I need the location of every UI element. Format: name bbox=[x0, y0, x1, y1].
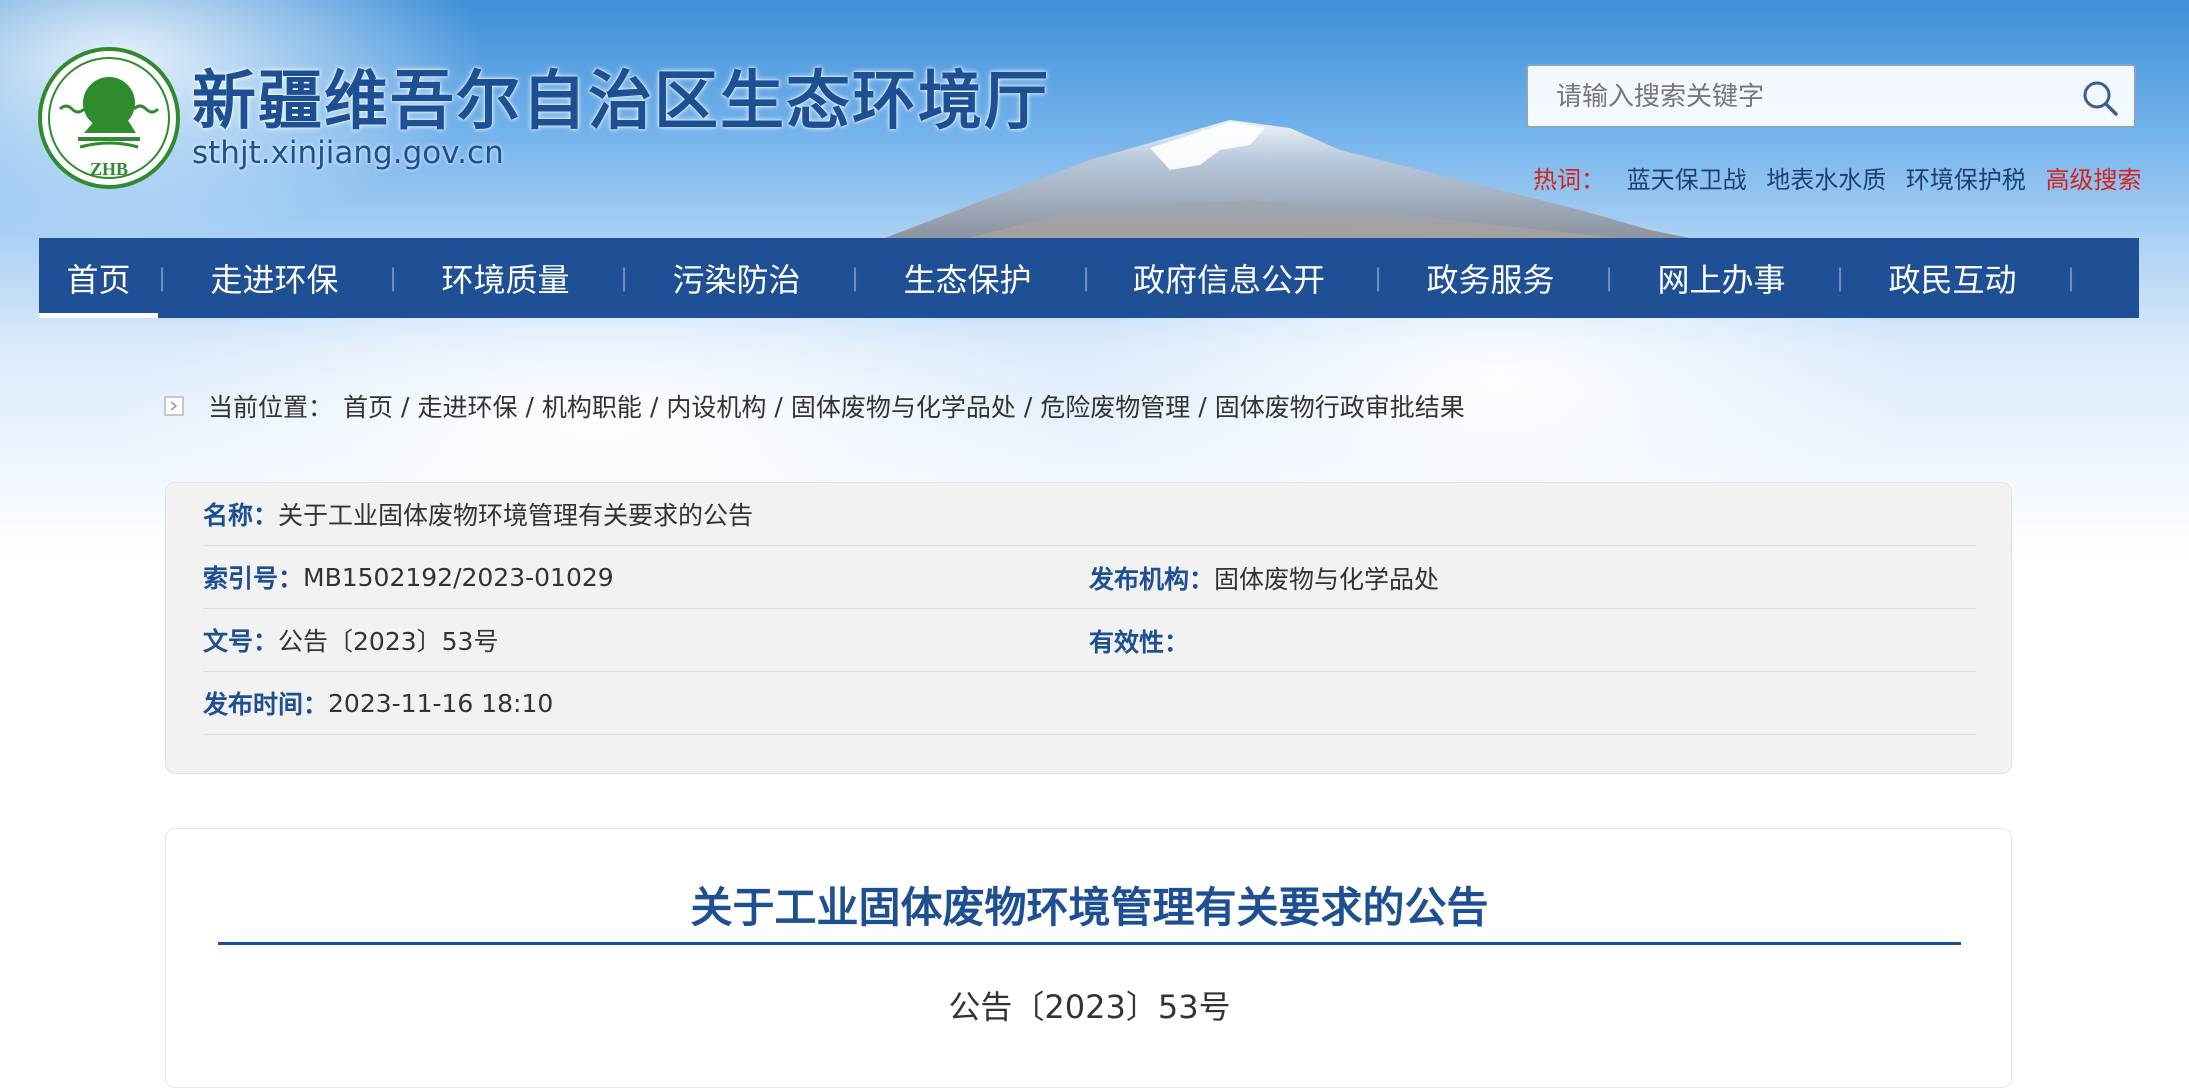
location-icon bbox=[164, 396, 184, 416]
nav-item-about[interactable]: 走进环保 bbox=[160, 238, 389, 318]
advanced-search-link[interactable]: 高级搜索 bbox=[2046, 166, 2142, 194]
breadcrumb-separator: / bbox=[649, 391, 659, 421]
meta-name: 名称： 关于工业固体废物环境管理有关要求的公告 bbox=[203, 496, 753, 532]
nav-item-ecology[interactable]: 生态保护 bbox=[853, 238, 1082, 318]
zhb-logo[interactable]: ZHB bbox=[38, 47, 180, 189]
meta-name-value: 关于工业固体废物环境管理有关要求的公告 bbox=[278, 501, 754, 530]
meta-row-docno: 文号： 公告〔2023〕53号 有效性： bbox=[203, 609, 1976, 672]
site-title[interactable]: 新疆维吾尔自治区生态环境厅 bbox=[192, 50, 1050, 142]
breadcrumb-link[interactable]: 危险废物管理 bbox=[1040, 388, 1190, 424]
nav-item-online-services[interactable]: 网上办事 bbox=[1607, 238, 1836, 318]
hotwords-label: 热词： bbox=[1533, 166, 1605, 194]
nav-item-pollution-control[interactable]: 污染防治 bbox=[622, 238, 851, 318]
meta-org: 发布机构： 固体废物与化学品处 bbox=[1089, 546, 1439, 609]
meta-org-key: 发布机构： bbox=[1089, 564, 1215, 594]
meta-index: 索引号： MB1502192/2023-01029 bbox=[203, 559, 614, 595]
search-icon[interactable] bbox=[2080, 78, 2120, 118]
title-divider bbox=[218, 942, 1961, 945]
meta-index-key: 索引号： bbox=[203, 564, 304, 593]
meta-row-index: 索引号： MB1502192/2023-01029 发布机构： 固体废物与化学品… bbox=[203, 546, 1976, 609]
meta-docno-key: 文号： bbox=[203, 627, 279, 656]
breadcrumb-separator: / bbox=[1023, 391, 1033, 421]
meta-row-date: 发布时间： 2023-11-16 18:10 bbox=[203, 672, 1976, 735]
logo-text: ZHB bbox=[90, 159, 128, 179]
breadcrumb-link[interactable]: 固体废物行政审批结果 bbox=[1215, 388, 1465, 424]
article-title: 关于工业固体废物环境管理有关要求的公告 bbox=[690, 883, 1489, 932]
meta-validity: 有效性： bbox=[1089, 609, 1189, 672]
article-card: 关于工业固体废物环境管理有关要求的公告 公告〔2023〕53号 bbox=[165, 828, 2012, 1088]
meta-name-key: 名称： bbox=[203, 501, 279, 530]
breadcrumb-link[interactable]: 固体废物与化学品处 bbox=[791, 388, 1016, 424]
nav-item-gov-info[interactable]: 政府信息公开 bbox=[1084, 238, 1374, 318]
meta-docno: 文号： 公告〔2023〕53号 bbox=[203, 622, 498, 658]
article-doc-number: 公告〔2023〕53号 bbox=[948, 988, 1231, 1026]
meta-date: 发布时间： 2023-11-16 18:10 bbox=[203, 685, 553, 721]
meta-row-name: 名称： 关于工业固体废物环境管理有关要求的公告 bbox=[203, 483, 1976, 546]
meta-index-value: MB1502192/2023-01029 bbox=[303, 562, 614, 592]
hotword-link[interactable]: 地表水水质 bbox=[1766, 166, 1886, 194]
search-input[interactable] bbox=[1554, 66, 2078, 128]
hotword-link[interactable]: 蓝天保卫战 bbox=[1627, 166, 1747, 194]
breadcrumb-link[interactable]: 内设机构 bbox=[666, 388, 766, 424]
search-box bbox=[1526, 64, 2136, 128]
hotword-link[interactable]: 环境保护税 bbox=[1906, 166, 2026, 194]
nav-item-home[interactable]: 首页 bbox=[39, 238, 158, 318]
breadcrumb-separator: / bbox=[525, 391, 534, 421]
breadcrumb-separator: / bbox=[401, 391, 410, 421]
site-url: sthjt.xinjiang.gov.cn bbox=[192, 135, 504, 171]
main-nav: 首页 | 走进环保 | 环境质量 | 污染防治 | 生态保护 | 政府信息公开 … bbox=[39, 238, 2139, 318]
breadcrumb-label: 当前位置： bbox=[208, 393, 334, 422]
document-meta-card: 名称： 关于工业固体废物环境管理有关要求的公告 索引号： MB1502192/2… bbox=[165, 482, 2012, 774]
meta-docno-value: 公告〔2023〕53号 bbox=[278, 627, 499, 656]
hotwords-bar: 热词： 蓝天保卫战 地表水水质 环境保护税 高级搜索 bbox=[1533, 160, 2142, 195]
breadcrumb-link[interactable]: 首页 bbox=[343, 388, 393, 424]
meta-validity-key: 有效性： bbox=[1089, 627, 1190, 657]
nav-item-environment-quality[interactable]: 环境质量 bbox=[391, 238, 620, 318]
breadcrumb-link[interactable]: 机构职能 bbox=[542, 388, 642, 424]
nav-item-gov-services[interactable]: 政务服务 bbox=[1376, 238, 1605, 318]
breadcrumb-separator: / bbox=[1198, 391, 1207, 421]
meta-org-value: 固体废物与化学品处 bbox=[1214, 564, 1440, 594]
breadcrumb-separator: / bbox=[774, 391, 783, 421]
meta-date-value: 2023-11-16 18:10 bbox=[328, 688, 554, 718]
breadcrumb: 当前位置： 首页 / 走进环保 / 机构职能 / 内设机构 / 固体废物与化学品… bbox=[164, 388, 1465, 424]
meta-date-key: 发布时间： bbox=[203, 690, 329, 719]
nav-item-interaction[interactable]: 政民互动 bbox=[1838, 238, 2067, 318]
nav-separator: | bbox=[2067, 264, 2076, 292]
breadcrumb-link[interactable]: 走进环保 bbox=[417, 388, 517, 424]
